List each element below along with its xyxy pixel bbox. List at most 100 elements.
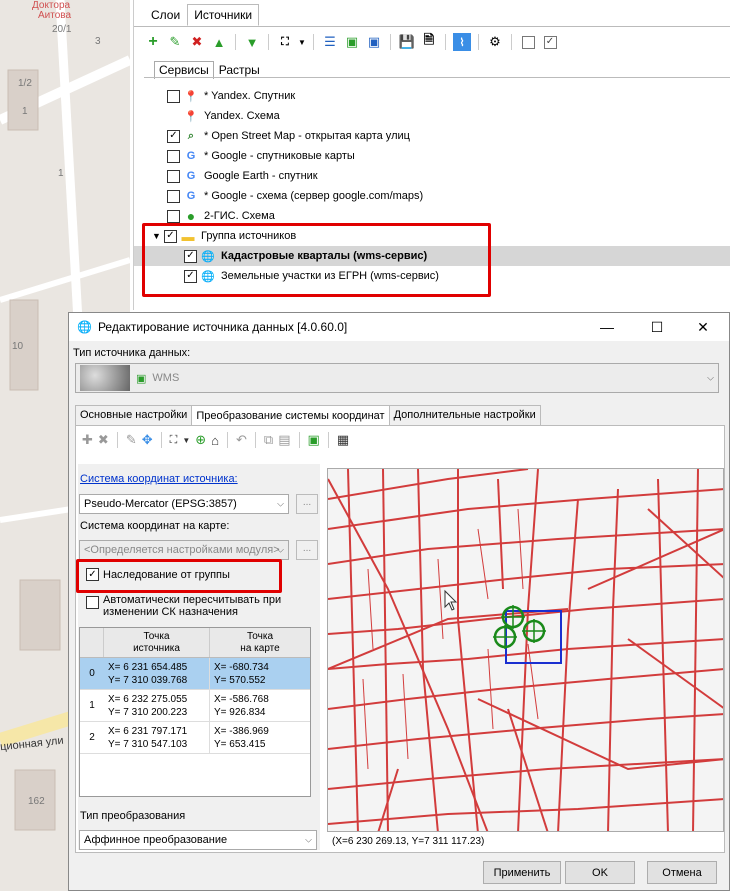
globe-icon: 🌐 (77, 320, 92, 334)
chevron-down-icon: ⌵ (277, 544, 284, 555)
list-item[interactable]: G * Google - схема (сервер google.com/ma… (134, 186, 730, 206)
source-checkbox[interactable] (167, 189, 180, 203)
cadastral-map[interactable] (328, 469, 724, 832)
save-icon[interactable]: 💾 (398, 33, 416, 51)
tab-layers[interactable]: Слои (144, 4, 187, 26)
source-type-label: Тип источника данных: (73, 347, 191, 359)
move-up-icon[interactable]: ▲ (210, 33, 228, 51)
source-label: Google Earth - спутник (204, 170, 318, 182)
src-crs-select[interactable]: Pseudo-Mercator (EPSG:3857) ⌵ (79, 494, 289, 514)
maximize-icon[interactable]: ☐ (647, 317, 667, 337)
dialog-title: Редактирование источника данных [4.0.60.… (97, 320, 348, 334)
map-crs-value: <Определяется настройками модуля> (84, 544, 280, 556)
home-icon[interactable]: ⌂ (211, 433, 219, 448)
control-points-table: Точка источника Точка на карте 0 X= 6 23… (79, 627, 311, 797)
map-crs-browse-button[interactable]: ... (296, 540, 318, 560)
source-checkbox[interactable]: ✓ (167, 129, 180, 143)
edit-point-icon[interactable]: ✎ (126, 432, 137, 448)
table-row[interactable]: 1 X= 6 232 275.055 Y= 7 310 200.223 X= -… (80, 690, 310, 722)
src-crs-link[interactable]: Система координат источника: (80, 473, 238, 485)
check-all-icon[interactable]: ✓ (541, 33, 559, 51)
pulse-icon[interactable]: ⌇ (453, 33, 471, 51)
source-type-select[interactable]: ▣ WMS ⌵ (75, 363, 719, 393)
add-icon[interactable]: + (144, 33, 162, 51)
source-point-cell: X= 6 231 797.171 Y= 7 310 547.103 (104, 722, 210, 753)
src-crs-browse-button[interactable]: ... (296, 494, 318, 514)
source-checkbox[interactable] (167, 149, 180, 163)
source-point-cell: X= 6 231 654.485 Y= 7 310 039.768 (104, 658, 210, 689)
map-crs-select[interactable]: <Определяется настройками модуля> ⌵ (79, 540, 289, 560)
yandex-pin-icon: 📍 (184, 90, 198, 103)
source-label: * Yandex. Спутник (204, 90, 296, 102)
apply-button[interactable]: Применить (483, 861, 561, 884)
delete-point-icon[interactable]: ✖ (98, 432, 109, 448)
chevron-down-icon[interactable]: ▼ (298, 33, 306, 51)
map-label: Аитова (38, 10, 72, 21)
tab-additional-settings[interactable]: Дополнительные настройки (388, 405, 541, 425)
tab-basic-settings[interactable]: Основные настройки (75, 405, 193, 425)
table-header-cell: Точка на карте (210, 628, 310, 657)
extent-icon[interactable]: ⛶ (276, 33, 294, 51)
table-icon[interactable]: ▦ (337, 432, 349, 448)
map-y: Y= 653.415 (214, 738, 266, 750)
close-icon[interactable]: ✕ (693, 317, 713, 337)
yandex-pin-icon: 📍 (184, 110, 198, 123)
extent-icon[interactable]: ⛶ (170, 434, 178, 447)
add-point-icon[interactable]: ✚ (82, 432, 93, 448)
cadastral-map-view[interactable] (327, 468, 724, 832)
move-point-icon[interactable]: ✥ (142, 432, 153, 448)
tab-sources[interactable]: Источники (187, 4, 260, 26)
table-row[interactable]: 2 X= 6 231 797.171 Y= 7 310 547.103 X= -… (80, 722, 310, 754)
source-y: Y= 7 310 200.223 (108, 706, 188, 718)
transform-type-value: Аффинное преобразование (84, 834, 228, 846)
map-label: 20/1 (52, 24, 72, 35)
list-item[interactable]: ✓ ⌕ * Open Street Map - открытая карта у… (134, 126, 730, 146)
uncheck-all-icon[interactable] (519, 33, 537, 51)
paste-icon[interactable]: ▤ (278, 432, 290, 448)
chevron-down-icon[interactable]: ▼ (182, 436, 190, 445)
edit-pencil-icon[interactable]: ✎ (166, 33, 184, 51)
table-row[interactable]: 0 X= 6 231 654.485 Y= 7 310 039.768 X= -… (80, 658, 310, 690)
map-label: 10 (12, 341, 24, 352)
points-toolbar: ✚ ✖ ✎ ✥ ⛶ ▼ ⊕ ⌂ ↶ ⧉ ▤ ▣ ▦ (82, 430, 349, 450)
minimize-icon[interactable]: — (597, 317, 617, 337)
header-text: Точка (143, 630, 170, 642)
map-label: 1 (22, 106, 28, 117)
document-settings-icon[interactable]: 🗎 (420, 32, 438, 51)
source-checkbox[interactable] (167, 209, 180, 223)
source-checkbox[interactable] (167, 169, 180, 183)
transform-type-select[interactable]: Аффинное преобразование ⌵ (79, 830, 317, 850)
table-header-cell: Точка источника (104, 628, 210, 657)
wms-icon: ▣ (136, 372, 147, 385)
source-label: * Open Street Map - открытая карта улиц (204, 130, 410, 142)
cancel-button[interactable]: Отмена (647, 861, 717, 884)
list-item[interactable]: 📍 Yandex. Схема (134, 106, 730, 126)
pick-point-icon[interactable]: ⊕ (195, 432, 206, 448)
tab-crs-transform[interactable]: Преобразование системы координат (191, 405, 390, 425)
list-item[interactable]: G * Google - спутниковые карты (134, 146, 730, 166)
move-down-icon[interactable]: ▼ (243, 33, 261, 51)
table-header-cell (80, 628, 104, 657)
checkbox[interactable] (86, 596, 99, 609)
header-text: на карте (240, 642, 280, 654)
auto-recalc-label-line: Автоматически пересчитывать при (103, 594, 282, 606)
google-icon: G (186, 170, 196, 182)
chevron-down-icon: ⌵ (277, 498, 284, 509)
undo-icon[interactable]: ↶ (236, 432, 247, 448)
ok-button[interactable]: OK (565, 861, 635, 884)
delete-icon[interactable]: ✖ (188, 33, 206, 51)
coords-readout: (X=6 230 269.13, Y=7 311 117.23) (332, 836, 485, 847)
gear-icon[interactable]: ⚙ (486, 33, 504, 51)
map-label: 162 (28, 796, 45, 807)
image-icon[interactable]: ▣ (308, 432, 320, 448)
source-point-cell: X= 6 232 275.055 Y= 7 310 200.223 (104, 690, 210, 721)
list-item[interactable]: G Google Earth - спутник (134, 166, 730, 186)
image-export-icon[interactable]: ▣ (365, 33, 383, 51)
list-item[interactable]: 📍 * Yandex. Спутник (134, 86, 730, 106)
list-icon[interactable]: ☰ (321, 33, 339, 51)
copy-icon[interactable]: ⧉ (264, 432, 273, 448)
auto-recalc-checkbox[interactable]: Автоматически пересчитывать при изменени… (86, 594, 281, 618)
image-import-icon[interactable]: ▣ (343, 33, 361, 51)
source-checkbox[interactable] (167, 89, 180, 103)
map-x: X= -586.768 (214, 693, 269, 705)
